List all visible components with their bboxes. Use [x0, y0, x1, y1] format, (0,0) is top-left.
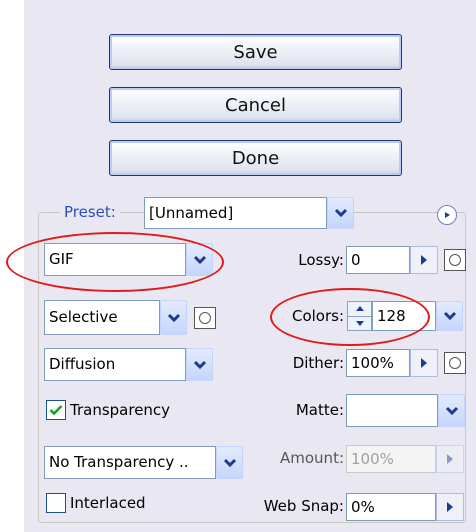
dither-slider-button[interactable]: [410, 349, 438, 377]
done-button[interactable]: Done: [109, 140, 402, 176]
matte-dropdown-button[interactable]: [438, 394, 465, 427]
colors-dropdown-button[interactable]: [436, 301, 463, 331]
lossy-options-button[interactable]: [444, 249, 466, 271]
transparency-checkbox[interactable]: [46, 400, 66, 420]
circle-icon: [199, 312, 211, 324]
transparency-dither-select[interactable]: No Transparency ..: [44, 446, 216, 479]
dither-label: Dither:: [292, 354, 344, 372]
right-arrow-icon: [421, 358, 427, 368]
transparency-dither-value: No Transparency ..: [49, 453, 189, 471]
right-arrow-icon: [421, 255, 427, 265]
dither-algorithm-select[interactable]: Diffusion: [44, 348, 186, 381]
color-reduction-value: Selective: [49, 308, 118, 326]
amount-input: 100%: [346, 445, 436, 473]
dither-algorithm-dropdown-button[interactable]: [186, 348, 213, 381]
lossy-input[interactable]: 0: [346, 246, 410, 274]
matte-input[interactable]: [346, 394, 438, 427]
annotation-circle-colors: [270, 288, 430, 346]
interlaced-label[interactable]: Interlaced: [70, 494, 146, 512]
save-button[interactable]: Save: [109, 34, 402, 70]
matte-label: Matte:: [295, 401, 344, 419]
lossy-label: Lossy:: [298, 251, 344, 269]
amount-slider-button: [436, 445, 464, 473]
lossy-value: 0: [351, 250, 361, 269]
chevron-down-icon: [445, 406, 458, 415]
preset-value: [Unnamed]: [149, 203, 234, 222]
dither-value: 100%: [351, 353, 394, 372]
optimize-menu-button[interactable]: [437, 205, 457, 225]
circle-icon: [449, 357, 461, 369]
reduction-options-button[interactable]: [194, 307, 216, 329]
right-arrow-icon: [447, 454, 453, 464]
chevron-down-icon: [334, 208, 347, 218]
preset-select[interactable]: [Unnamed]: [144, 197, 327, 229]
amount-label: Amount:: [280, 449, 344, 467]
checkmark-icon: [49, 405, 63, 416]
dither-options-button[interactable]: [444, 352, 466, 374]
dither-input[interactable]: 100%: [346, 349, 410, 377]
web-snap-label: Web Snap:: [263, 497, 344, 515]
chevron-down-icon: [223, 458, 236, 467]
annotation-circle-format: [6, 232, 224, 292]
web-snap-input[interactable]: 0%: [346, 493, 436, 521]
right-arrow-icon: [447, 502, 453, 512]
cancel-button[interactable]: Cancel: [109, 87, 402, 123]
web-snap-value: 0%: [351, 497, 375, 516]
lossy-slider-button[interactable]: [410, 246, 438, 274]
chevron-down-icon: [167, 313, 180, 322]
dither-algorithm-value: Diffusion: [49, 355, 116, 373]
transparency-label[interactable]: Transparency: [70, 401, 170, 419]
circle-icon: [449, 254, 461, 266]
interlaced-checkbox[interactable]: [46, 493, 66, 513]
color-reduction-select[interactable]: Selective: [44, 300, 160, 335]
amount-value: 100%: [351, 449, 394, 468]
color-reduction-dropdown-button[interactable]: [160, 300, 187, 335]
chevron-down-icon: [443, 311, 456, 321]
preset-dropdown-button[interactable]: [327, 197, 354, 229]
preset-label: Preset:: [60, 203, 120, 221]
play-arrow-icon: [445, 212, 450, 218]
web-snap-slider-button[interactable]: [436, 493, 464, 521]
transparency-dither-dropdown-button[interactable]: [216, 446, 243, 479]
chevron-down-icon: [193, 360, 206, 369]
